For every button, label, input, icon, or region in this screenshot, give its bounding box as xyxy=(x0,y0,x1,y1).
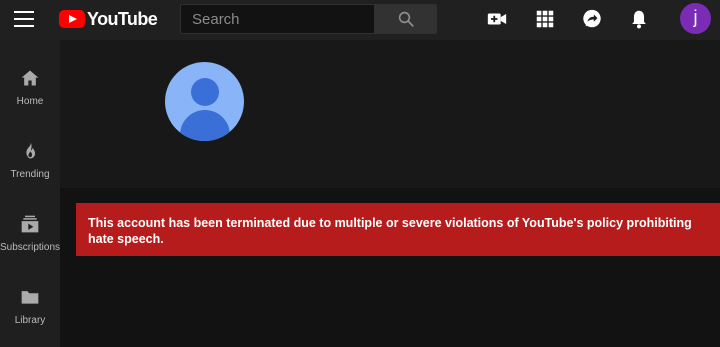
sidebar-item-library[interactable]: Library xyxy=(0,279,60,339)
folder-icon xyxy=(21,291,39,304)
sidebar-item-trending[interactable]: Trending xyxy=(0,133,60,193)
default-avatar-head xyxy=(191,78,219,106)
sidebar-item-label: Trending xyxy=(10,169,50,180)
messages-button[interactable] xyxy=(581,8,603,30)
search-input[interactable] xyxy=(180,4,374,34)
notifications-button[interactable] xyxy=(628,8,650,30)
user-avatar[interactable]: j xyxy=(680,3,711,34)
sidebar-item-label: Library xyxy=(14,315,46,326)
sidebar-item-label: Home xyxy=(16,96,44,107)
video-camera-add-icon xyxy=(487,13,507,25)
default-avatar-body xyxy=(180,110,230,141)
apps-grid-icon xyxy=(536,10,554,28)
subscriptions-icon xyxy=(21,215,39,233)
flame-icon xyxy=(26,142,36,159)
home-icon xyxy=(21,70,39,86)
alert-message: This account has been terminated due to … xyxy=(88,216,692,246)
sidebar-item-label: Subscriptions xyxy=(0,242,61,253)
mini-guide: Home Trending Subscriptions Library xyxy=(0,40,60,347)
apps-button[interactable] xyxy=(534,8,556,30)
app-root: YouTube Search j Home Trending Subscript… xyxy=(0,0,720,347)
logo-text: YouTube xyxy=(87,8,158,29)
search-icon xyxy=(398,11,414,27)
hamburger-menu-icon[interactable] xyxy=(14,11,34,27)
search-button[interactable] xyxy=(374,4,437,34)
share-chat-icon xyxy=(583,9,601,28)
channel-avatar xyxy=(165,62,244,141)
masthead: YouTube Search j xyxy=(0,0,720,40)
account-terminated-alert: This account has been terminated due to … xyxy=(76,203,720,256)
youtube-play-icon xyxy=(59,10,85,28)
bell-icon xyxy=(632,10,646,29)
channel-header xyxy=(60,40,720,188)
create-video-button[interactable] xyxy=(486,8,508,30)
youtube-logo[interactable]: YouTube xyxy=(59,8,158,29)
search-box xyxy=(180,4,437,34)
sidebar-item-subscriptions[interactable]: Subscriptions xyxy=(0,206,60,266)
sidebar-item-home[interactable]: Home xyxy=(0,60,60,120)
